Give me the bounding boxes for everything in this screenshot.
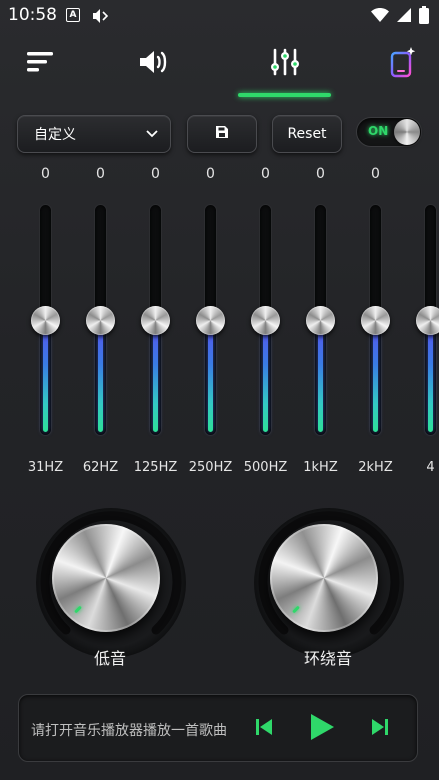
eq-band-label: 62HZ bbox=[82, 460, 119, 475]
top-navigation bbox=[0, 42, 439, 98]
preset-selected-value: 自定义 bbox=[34, 127, 76, 143]
volume-icon bbox=[138, 49, 170, 79]
equalizer-sliders-icon bbox=[268, 47, 302, 81]
save-button[interactable] bbox=[187, 115, 257, 153]
eq-slider-fill bbox=[43, 319, 48, 432]
eq-slider-fill bbox=[208, 319, 213, 432]
chevron-down-icon bbox=[146, 126, 158, 142]
eq-band: 0 250HZ bbox=[183, 160, 238, 490]
eq-slider-thumb[interactable] bbox=[196, 306, 225, 335]
reset-button[interactable]: Reset bbox=[272, 115, 342, 153]
eq-slider-thumb[interactable] bbox=[31, 306, 60, 335]
play-icon bbox=[309, 713, 335, 745]
eq-band: 0 125HZ bbox=[128, 160, 183, 490]
eq-band-label: 4 bbox=[426, 460, 435, 475]
eq-slider-thumb[interactable] bbox=[306, 306, 335, 335]
bass-label: 低音 bbox=[93, 649, 126, 668]
eq-band-value: 0 bbox=[96, 166, 105, 182]
theme-phone-icon bbox=[387, 46, 417, 82]
skip-next-icon bbox=[370, 717, 390, 741]
eq-slider-thumb[interactable] bbox=[86, 306, 115, 335]
eq-band-label: 500HZ bbox=[243, 460, 288, 475]
eq-slider-thumb[interactable] bbox=[416, 306, 439, 335]
menu-button[interactable] bbox=[20, 42, 60, 86]
mini-player: 请打开音乐播放器播放一首歌曲 bbox=[18, 694, 418, 762]
eq-band-value: 0 bbox=[316, 166, 325, 182]
eq-band-value: 0 bbox=[371, 166, 380, 182]
theme-button[interactable] bbox=[382, 42, 422, 86]
eq-band: 0 500HZ bbox=[238, 160, 293, 490]
eq-band-label: 31HZ bbox=[27, 460, 64, 475]
save-icon bbox=[215, 125, 229, 143]
toggle-knob bbox=[394, 119, 420, 145]
preset-dropdown[interactable]: 自定义 bbox=[17, 115, 171, 153]
surround-knob[interactable] bbox=[254, 508, 404, 658]
eq-band-label: 250HZ bbox=[188, 460, 233, 475]
eq-band-value: 0 bbox=[206, 166, 215, 182]
eq-slider-fill bbox=[318, 319, 323, 432]
eq-band-value: 0 bbox=[41, 166, 50, 182]
eq-band: 4 bbox=[403, 160, 439, 490]
a-badge-icon: A bbox=[66, 8, 80, 22]
battery-icon bbox=[419, 6, 429, 28]
player-message: 请打开音乐播放器播放一首歌曲 bbox=[31, 723, 227, 739]
eq-slider-fill bbox=[153, 319, 158, 432]
signal-icon bbox=[397, 7, 411, 27]
bass-knob-face bbox=[52, 524, 160, 632]
surround-label: 环绕音 bbox=[303, 649, 352, 668]
tab-equalizer[interactable] bbox=[262, 42, 308, 86]
next-button[interactable] bbox=[369, 713, 391, 745]
cast-icon bbox=[91, 8, 109, 28]
eq-band: 0 31HZ bbox=[18, 160, 73, 490]
eq-band-label: 1kHZ bbox=[303, 460, 338, 475]
eq-slider-thumb[interactable] bbox=[361, 306, 390, 335]
menu-icon bbox=[25, 50, 55, 78]
previous-button[interactable] bbox=[253, 713, 275, 745]
equalizer-panel: 0 31HZ 0 62HZ 0 125HZ 0 250HZ 0 500HZ 0 1kHZ 0 2kHZ 4 bbox=[0, 160, 439, 490]
eq-slider-thumb[interactable] bbox=[141, 306, 170, 335]
eq-band-value: 0 bbox=[261, 166, 270, 182]
toggle-label: ON bbox=[368, 124, 389, 138]
play-button[interactable] bbox=[307, 713, 337, 745]
skip-previous-icon bbox=[254, 717, 274, 741]
eq-power-toggle[interactable]: ON bbox=[356, 117, 422, 147]
eq-slider-thumb[interactable] bbox=[251, 306, 280, 335]
eq-band-label: 2kHZ bbox=[358, 460, 393, 475]
eq-slider-fill bbox=[373, 319, 378, 432]
eq-band: 0 1kHZ bbox=[293, 160, 348, 490]
status-bar: 10:58 A bbox=[0, 0, 439, 32]
eq-slider-fill bbox=[98, 319, 103, 432]
eq-band: 0 62HZ bbox=[73, 160, 128, 490]
eq-slider-fill bbox=[428, 319, 433, 432]
eq-band-value: 0 bbox=[151, 166, 160, 182]
bass-knob[interactable] bbox=[36, 508, 186, 658]
eq-slider-fill bbox=[263, 319, 268, 432]
status-time: 10:58 bbox=[8, 5, 57, 25]
eq-band: 0 2kHZ bbox=[348, 160, 403, 490]
active-tab-indicator bbox=[238, 93, 331, 97]
tab-volume[interactable] bbox=[130, 42, 178, 86]
wifi-icon bbox=[371, 7, 389, 27]
surround-knob-face bbox=[270, 524, 378, 632]
eq-band-label: 125HZ bbox=[133, 460, 178, 475]
